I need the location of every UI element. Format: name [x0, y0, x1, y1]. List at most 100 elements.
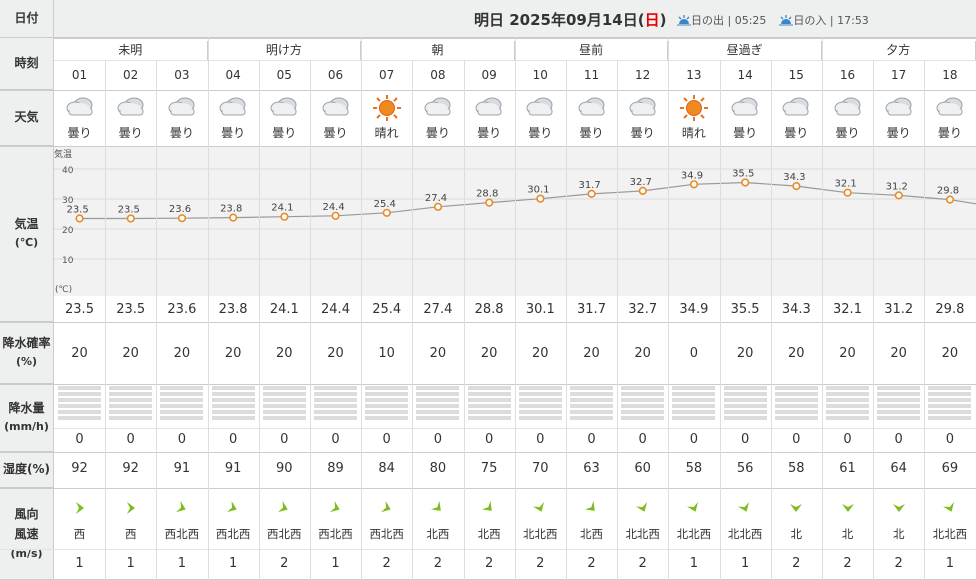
- temp-value: 32.1: [833, 302, 862, 317]
- hour-time: 18: [942, 68, 958, 82]
- wind-direction-text: 西北西: [267, 527, 302, 541]
- temp-point: [843, 188, 852, 197]
- humidity-value: 69: [941, 461, 959, 476]
- precip-amount-bar: [259, 386, 310, 428]
- hour-time: 12: [635, 68, 651, 82]
- hour-time: 06: [327, 68, 344, 82]
- weather-text: 曇り: [528, 126, 553, 140]
- wind-direction-text: 北: [892, 527, 905, 541]
- humidity-value: 92: [71, 461, 88, 476]
- weather-text: 曇り: [323, 126, 348, 140]
- wind-direction-text: 北西: [426, 527, 450, 541]
- temp-data-label: 23.8: [220, 204, 242, 215]
- sun-icon: [668, 94, 719, 122]
- temp-value: 24.1: [269, 302, 299, 317]
- wind-speed-value: 1: [75, 556, 84, 571]
- cloud-icon: [412, 94, 463, 122]
- wind-direction-text: 北北西: [676, 527, 712, 541]
- wind-direction-icon: [822, 500, 873, 516]
- temp-data-label: 24.1: [271, 203, 293, 214]
- temp-value: 32.7: [628, 302, 658, 317]
- hourly-forecast-table: 日付 時刻 天気 気温 (℃) 降水確率 (%) 降水量 (mm/h) 湿度(%) 風…: [0, 0, 976, 580]
- cloud-icon: [105, 94, 156, 122]
- temp-point: [485, 198, 494, 207]
- wind-direction-text: 北西: [477, 527, 501, 541]
- precip-prob-value: 20: [276, 346, 293, 361]
- precip-prob-value: 20: [890, 346, 907, 361]
- wind-direction-text: 西北西: [215, 527, 251, 541]
- temp-value: 23.5: [65, 302, 94, 317]
- temp-data-label: 31.2: [886, 181, 908, 192]
- precip-amount-bar: [668, 386, 719, 428]
- wind-direction-icon: [464, 500, 515, 516]
- wind-direction-icon: [668, 500, 719, 516]
- weather-text: 曇り: [835, 126, 860, 140]
- precip-amount-bar: [617, 386, 668, 428]
- wind-direction-text: 北西: [580, 527, 603, 541]
- temp-point: [536, 194, 545, 203]
- cloud-icon: [515, 94, 566, 122]
- precip-amount-bar: [156, 386, 207, 428]
- hour-time: 04: [225, 68, 241, 82]
- temp-data-label: 31.7: [578, 180, 600, 191]
- weather-text: 曇り: [886, 126, 911, 140]
- precip-amount-value: 0: [689, 432, 699, 447]
- precip-prob-value: 20: [480, 346, 498, 361]
- cloud-icon: [208, 94, 259, 122]
- precip-prob-value: 20: [583, 346, 600, 361]
- temp-point: [126, 214, 135, 223]
- wind-direction-icon: [617, 500, 668, 516]
- cloud-icon: [924, 94, 975, 122]
- wind-direction-text: 西北西: [369, 527, 404, 541]
- temp-data-label: 29.8: [937, 186, 959, 197]
- temp-point: [177, 214, 187, 223]
- precip-prob-value: 10: [378, 346, 395, 361]
- precip-prob-value: 20: [327, 346, 344, 361]
- temp-value: 23.8: [218, 302, 248, 317]
- wind-direction-icon: [412, 500, 463, 516]
- wind-speed-value: 2: [843, 556, 852, 571]
- temp-point: [75, 214, 84, 223]
- hour-time: 16: [839, 68, 856, 82]
- wind-direction-icon: [259, 500, 310, 516]
- wind-direction-icon: [873, 500, 924, 516]
- wind-direction-icon: [310, 500, 361, 516]
- weather-text: 曇り: [425, 126, 450, 140]
- precip-amount-value: 0: [331, 432, 340, 447]
- temp-data-label: 32.1: [834, 179, 856, 190]
- weather-text: 曇り: [169, 126, 194, 140]
- temp-data-label: 28.8: [476, 189, 498, 200]
- hour-time: 14: [737, 68, 753, 82]
- wind-direction-icon: [566, 500, 617, 516]
- precip-amount-bar: [310, 386, 361, 428]
- wind-speed-value: 2: [587, 556, 596, 571]
- humidity-value: 90: [276, 461, 293, 476]
- weather-text: 曇り: [272, 126, 297, 140]
- cloud-icon: [54, 94, 105, 122]
- humidity-value: 61: [839, 461, 856, 476]
- hour-time: 13: [686, 68, 702, 82]
- wind-direction-icon: [156, 500, 207, 516]
- wind-direction-text: 北北西: [523, 527, 558, 541]
- wind-speed-value: 2: [484, 556, 494, 571]
- wind-speed-value: 1: [740, 556, 750, 571]
- wind-direction-icon: [720, 500, 771, 516]
- precip-amount-bar: [566, 386, 617, 428]
- y-axis-label: 気温: [54, 148, 72, 160]
- humidity-value: 60: [634, 461, 651, 476]
- temp-data-label: 34.9: [681, 170, 703, 181]
- temp-data-label: 35.5: [732, 169, 754, 180]
- temp-point: [587, 189, 596, 198]
- wind-speed-value: 2: [638, 556, 647, 571]
- hour-time: 02: [123, 68, 139, 82]
- temp-value: 28.8: [474, 302, 504, 317]
- weather-text: 晴れ: [681, 126, 706, 140]
- wind-direction-text: 西北西: [318, 527, 353, 541]
- cloud-icon: [310, 94, 361, 122]
- temp-chart: 40302010気温(℃)23.5 23.5 23.6 23.8 24.1 24.4 25.…: [54, 148, 976, 295]
- humidity-value: 75: [480, 461, 498, 476]
- temp-point: [894, 191, 903, 200]
- precip-prob-value: 20: [429, 346, 447, 361]
- cloud-icon: [464, 94, 515, 122]
- humidity-value: 84: [378, 461, 395, 476]
